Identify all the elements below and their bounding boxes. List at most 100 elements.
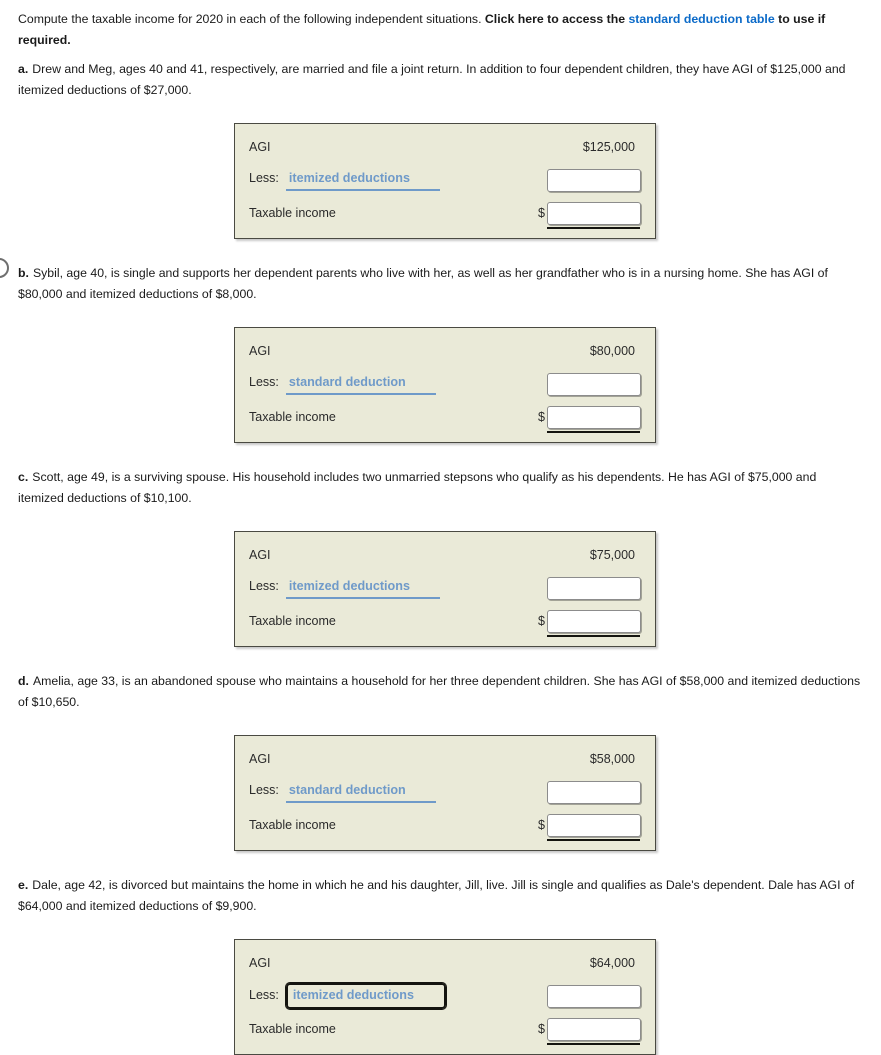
less-label-a: Less: xyxy=(249,171,279,185)
agi-label-c: AGI xyxy=(249,548,271,562)
deduction-row-c: Less: itemized deductions $ xyxy=(249,575,641,601)
situation-d-text: Amelia, age 33, is an abandoned spouse w… xyxy=(18,674,861,709)
taxable-dollar-sign-b: $ xyxy=(538,410,545,424)
worksheet-page: Compute the taxable income for 2020 in e… xyxy=(0,0,881,1055)
taxable-total-box-e xyxy=(547,1017,641,1045)
situation-a-table-wrap: AGI $125,000 Less: itemized deductions $… xyxy=(18,123,863,239)
less-label-c: Less: xyxy=(249,579,279,593)
deduction-dollar-spacer-b: $ xyxy=(536,377,545,391)
taxable-income-input-a[interactable] xyxy=(547,201,641,225)
agi-label-a: AGI xyxy=(249,140,271,154)
deduction-dollar-spacer-d: $ xyxy=(536,785,545,799)
agi-row-a: AGI $125,000 xyxy=(249,134,641,160)
taxable-dollar-sign-c: $ xyxy=(538,614,545,628)
deduction-amount-input-c[interactable] xyxy=(547,576,641,600)
taxable-dollar-sign-a: $ xyxy=(538,206,545,220)
situation-b-text: Sybil, age 40, is single and supports he… xyxy=(18,266,828,301)
taxable-income-input-e[interactable] xyxy=(547,1017,641,1041)
agi-value-e: $64,000 xyxy=(589,956,635,970)
taxable-dollar-sign-d: $ xyxy=(538,818,545,832)
agi-value-b: $80,000 xyxy=(589,344,635,358)
taxable-label-b: Taxable income xyxy=(249,410,336,424)
calc-table-a: AGI $125,000 Less: itemized deductions $… xyxy=(234,123,656,239)
taxable-label-c: Taxable income xyxy=(249,614,336,628)
situation-e-paragraph: e. Dale, age 42, is divorced but maintain… xyxy=(18,875,863,917)
situation-c-letter: c. xyxy=(18,470,29,484)
taxable-income-input-c[interactable] xyxy=(547,609,641,633)
deduction-type-dropdown-a[interactable]: itemized deductions xyxy=(285,169,440,191)
agi-value-c: $75,000 xyxy=(589,548,635,562)
agi-label-d: AGI xyxy=(249,752,271,766)
less-group-b: Less: standard deduction xyxy=(249,373,436,395)
deduction-amount-input-d[interactable] xyxy=(547,780,641,804)
agi-value-d: $58,000 xyxy=(589,752,635,766)
less-group-e: Less: itemized deductions xyxy=(249,983,446,1009)
situation-d-paragraph: d. Amelia, age 33, is an abandoned spouse… xyxy=(18,671,863,713)
taxable-label-d: Taxable income xyxy=(249,818,336,832)
situation-e-text: Dale, age 42, is divorced but maintains … xyxy=(18,878,855,913)
taxable-total-box-b xyxy=(547,405,641,433)
agi-row-d: AGI $58,000 xyxy=(249,746,641,772)
instructions-bold-lead: Click here to access the xyxy=(484,12,626,26)
taxable-input-cell-b: $ xyxy=(536,405,641,433)
deduction-type-dropdown-b[interactable]: standard deduction xyxy=(285,373,436,395)
page-edge-circle-artifact xyxy=(0,258,9,278)
less-label-d: Less: xyxy=(249,783,279,797)
taxable-input-cell-d: $ xyxy=(536,813,641,841)
taxable-input-cell-e: $ xyxy=(536,1017,641,1045)
deduction-type-dropdown-c[interactable]: itemized deductions xyxy=(285,577,440,599)
situation-b-paragraph: b. Sybil, age 40, is single and supports … xyxy=(18,263,863,305)
calc-table-e: AGI $64,000 Less: itemized deductions $ … xyxy=(234,939,656,1055)
taxable-input-cell-a: $ xyxy=(536,201,641,229)
situation-d-table-wrap: AGI $58,000 Less: standard deduction $ T… xyxy=(18,735,863,851)
less-group-c: Less: itemized deductions xyxy=(249,577,440,599)
calc-table-d: AGI $58,000 Less: standard deduction $ T… xyxy=(234,735,656,851)
deduction-amount-input-e[interactable] xyxy=(547,984,641,1008)
less-group-d: Less: standard deduction xyxy=(249,781,436,803)
deduction-amount-input-a[interactable] xyxy=(547,168,641,192)
agi-row-c: AGI $75,000 xyxy=(249,542,641,568)
taxable-total-box-d xyxy=(547,813,641,841)
deduction-input-cell-d: $ xyxy=(536,780,641,804)
situation-a-text: Drew and Meg, ages 40 and 41, respective… xyxy=(18,62,846,97)
deduction-input-cell-b: $ xyxy=(536,372,641,396)
situation-c-text: Scott, age 49, is a surviving spouse. Hi… xyxy=(18,470,817,505)
deduction-dollar-spacer-a: $ xyxy=(536,173,545,187)
deduction-amount-input-b[interactable] xyxy=(547,372,641,396)
agi-label-b: AGI xyxy=(249,344,271,358)
taxable-row-c: Taxable income $ xyxy=(249,608,641,637)
taxable-row-d: Taxable income $ xyxy=(249,812,641,841)
agi-row-b: AGI $80,000 xyxy=(249,338,641,364)
deduction-input-cell-a: $ xyxy=(536,168,641,192)
taxable-total-box-c xyxy=(547,609,641,637)
deduction-dollar-spacer-c: $ xyxy=(536,581,545,595)
standard-deduction-table-link[interactable]: standard deduction table xyxy=(628,12,774,26)
agi-value-a: $125,000 xyxy=(582,140,635,154)
deduction-input-cell-e: $ xyxy=(536,984,641,1008)
taxable-total-box-a xyxy=(547,201,641,229)
deduction-type-dropdown-d[interactable]: standard deduction xyxy=(285,781,436,803)
instructions-paragraph: Compute the taxable income for 2020 in e… xyxy=(18,9,863,51)
situation-a-paragraph: a. Drew and Meg, ages 40 and 41, respecti… xyxy=(18,59,863,101)
taxable-income-input-b[interactable] xyxy=(547,405,641,429)
taxable-income-input-d[interactable] xyxy=(547,813,641,837)
agi-label-e: AGI xyxy=(249,956,271,970)
situation-e-table-wrap: AGI $64,000 Less: itemized deductions $ … xyxy=(18,939,863,1055)
deduction-input-cell-c: $ xyxy=(536,576,641,600)
deduction-type-dropdown-e[interactable]: itemized deductions xyxy=(285,983,446,1009)
deduction-row-a: Less: itemized deductions $ xyxy=(249,167,641,193)
deduction-dollar-spacer-e: $ xyxy=(536,989,545,1003)
taxable-label-a: Taxable income xyxy=(249,206,336,220)
deduction-row-d: Less: standard deduction $ xyxy=(249,779,641,805)
situation-a-letter: a. xyxy=(18,62,29,76)
taxable-input-cell-c: $ xyxy=(536,609,641,637)
deduction-row-b: Less: standard deduction $ xyxy=(249,371,641,397)
